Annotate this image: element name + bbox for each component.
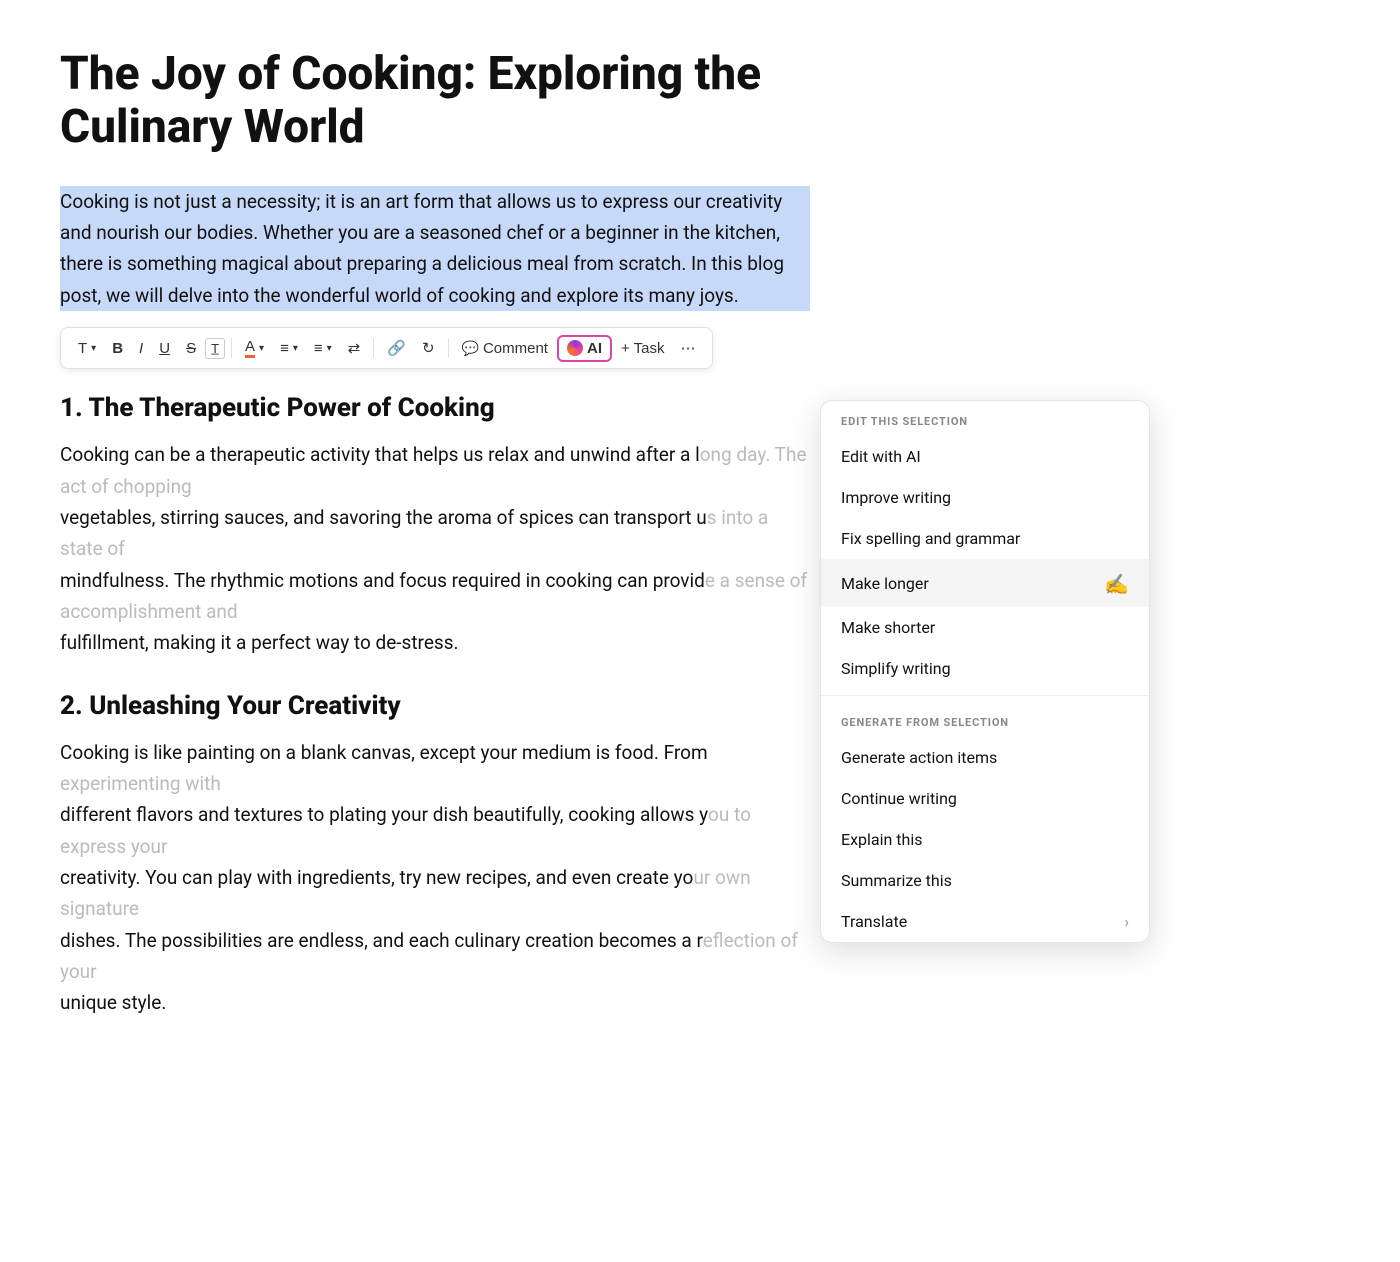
make-shorter-label: Make shorter: [841, 618, 935, 637]
comment-button[interactable]: 💬 Comment: [455, 336, 555, 361]
indent-button[interactable]: ⇄: [341, 335, 368, 361]
section-1-heading: 1. The Therapeutic Power of Cooking: [60, 393, 810, 423]
font-color-chevron: ▾: [259, 343, 264, 354]
link-icon: 🔗: [387, 339, 406, 357]
text-format-button[interactable]: T ▾: [71, 336, 103, 361]
make-longer-label: Make longer: [841, 574, 929, 593]
text-format-label: T: [78, 340, 87, 357]
edit-with-ai-label: Edit with AI: [841, 447, 921, 466]
section-2-text-line3: creativity. You can play with ingredient…: [60, 862, 810, 925]
align-icon: ≡: [280, 340, 289, 357]
generate-action-items-label: Generate action items: [841, 748, 997, 767]
improve-writing-label: Improve writing: [841, 488, 951, 507]
undo-button[interactable]: ↻: [415, 335, 442, 361]
more-button[interactable]: ⋯: [673, 335, 702, 361]
section-1-text-line3: mindfulness. The rhythmic motions and fo…: [60, 565, 810, 628]
indent-icon: ⇄: [348, 339, 361, 357]
align-button[interactable]: ≡ ▾: [273, 336, 305, 361]
section-2-text-line4: dishes. The possibilities are endless, a…: [60, 925, 810, 988]
underline-button[interactable]: U: [152, 336, 177, 361]
section-2-heading: 2. Unleashing Your Creativity: [60, 691, 810, 721]
summarize-this-item[interactable]: Summarize this: [821, 860, 1149, 901]
section-2-text: Cooking is like painting on a blank canv…: [60, 737, 810, 1019]
simplify-writing-item[interactable]: Simplify writing: [821, 648, 1149, 689]
fix-spelling-item[interactable]: Fix spelling and grammar: [821, 518, 1149, 559]
section-2-text-line1: Cooking is like painting on a blank canv…: [60, 737, 810, 800]
dropdown-separator: [821, 695, 1149, 696]
highlight-button[interactable]: T̲: [205, 338, 225, 359]
link-button[interactable]: 🔗: [380, 335, 413, 361]
cursor-indicator: ✍: [1104, 572, 1129, 596]
text-format-chevron: ▾: [91, 343, 96, 354]
toolbar-divider-1: [231, 338, 232, 358]
align-chevron: ▾: [293, 343, 298, 354]
simplify-writing-label: Simplify writing: [841, 659, 951, 678]
toolbar-divider-2: [373, 338, 374, 358]
translate-label: Translate: [841, 912, 907, 931]
ai-label: AI: [587, 340, 602, 357]
section-1-number: 1.: [60, 393, 88, 423]
document-title: The Joy of Cooking: Exploring the Culina…: [60, 48, 810, 154]
font-color-button[interactable]: A ▾: [238, 334, 271, 362]
comment-label: Comment: [483, 340, 548, 357]
editor-area: The Joy of Cooking: Exploring the Culina…: [0, 0, 870, 1091]
ai-icon: [567, 340, 583, 356]
translate-item[interactable]: Translate ›: [821, 901, 1149, 942]
edit-with-ai-item[interactable]: Edit with AI: [821, 436, 1149, 477]
list-chevron: ▾: [327, 343, 332, 354]
edit-section-label: EDIT THIS SELECTION: [821, 401, 1149, 436]
list-button[interactable]: ≡ ▾: [307, 336, 339, 361]
improve-writing-item[interactable]: Improve writing: [821, 477, 1149, 518]
strikethrough-button[interactable]: S: [179, 336, 203, 361]
italic-button[interactable]: I: [132, 336, 150, 361]
section-2-text-line5: unique style.: [60, 987, 810, 1018]
task-label: + Task: [621, 340, 665, 357]
explain-this-label: Explain this: [841, 830, 923, 849]
explain-this-item[interactable]: Explain this: [821, 819, 1149, 860]
more-icon: ⋯: [680, 339, 695, 357]
continue-writing-item[interactable]: Continue writing: [821, 778, 1149, 819]
section-1-text: Cooking can be a therapeutic activity th…: [60, 439, 810, 658]
continue-writing-label: Continue writing: [841, 789, 957, 808]
undo-icon: ↻: [422, 339, 435, 357]
font-color-label: A: [245, 338, 255, 358]
ai-dropdown-menu: EDIT THIS SELECTION Edit with AI Improve…: [820, 400, 1150, 943]
list-icon: ≡: [314, 340, 323, 357]
make-longer-item[interactable]: Make longer ✍: [821, 559, 1149, 607]
section-2-text-line2: different flavors and textures to platin…: [60, 799, 810, 862]
make-shorter-item[interactable]: Make shorter: [821, 607, 1149, 648]
formatting-toolbar: T ▾ B I U S T̲ A ▾ ≡ ▾ ≡ ▾ ⇄ 🔗 ↻: [60, 327, 713, 369]
bold-button[interactable]: B: [105, 336, 130, 361]
comment-icon: 💬: [462, 340, 479, 357]
translate-chevron-right: ›: [1124, 912, 1129, 931]
ai-button[interactable]: AI: [557, 335, 612, 362]
summarize-this-label: Summarize this: [841, 871, 952, 890]
section-1-text-line4: fulfillment, making it a perfect way to …: [60, 627, 810, 658]
section-1-text-content: Cooking can be a therapeutic activity th…: [60, 439, 810, 502]
generate-section-label: GENERATE FROM SELECTION: [821, 702, 1149, 737]
section-2-number: 2.: [60, 691, 89, 721]
task-button[interactable]: + Task: [614, 336, 672, 361]
selected-paragraph: Cooking is not just a necessity; it is a…: [60, 186, 810, 311]
generate-action-items-item[interactable]: Generate action items: [821, 737, 1149, 778]
toolbar-divider-3: [448, 338, 449, 358]
section-1-text-line2: vegetables, stirring sauces, and savorin…: [60, 502, 810, 565]
fix-spelling-label: Fix spelling and grammar: [841, 529, 1020, 548]
